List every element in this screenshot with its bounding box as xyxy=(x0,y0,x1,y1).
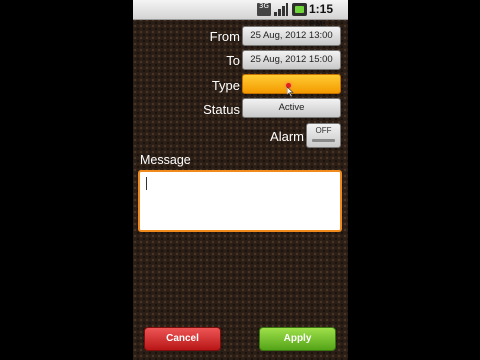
cancel-button[interactable]: Cancel xyxy=(144,327,221,351)
signal-icon xyxy=(274,3,288,16)
status-bar: 3G 1:15 PM xyxy=(133,0,348,29)
from-label: From xyxy=(209,29,240,44)
to-label: To xyxy=(226,53,240,68)
status-label: Status xyxy=(203,102,240,117)
apply-button[interactable]: Apply xyxy=(259,327,336,351)
text-caret xyxy=(146,177,147,190)
battery-icon xyxy=(292,3,307,16)
type-label: Type xyxy=(211,78,240,93)
toggle-indicator xyxy=(312,139,335,142)
status-select[interactable]: Active xyxy=(242,98,341,118)
message-label: Message xyxy=(140,153,191,167)
to-date-button[interactable]: 25 Aug, 2012 15:00 xyxy=(242,50,341,70)
app-screen: 3G 1:15 PM From 25 Aug, 2012 13:00 To 25… xyxy=(133,0,348,360)
pointer-cursor-icon xyxy=(287,87,294,97)
from-date-button[interactable]: 25 Aug, 2012 13:00 xyxy=(242,26,341,46)
alarm-toggle[interactable]: OFF xyxy=(306,123,341,148)
alarm-label: Alarm xyxy=(270,129,304,144)
3g-icon: 3G xyxy=(257,3,271,16)
message-textarea[interactable] xyxy=(138,170,342,232)
alarm-state-label: OFF xyxy=(315,126,332,135)
